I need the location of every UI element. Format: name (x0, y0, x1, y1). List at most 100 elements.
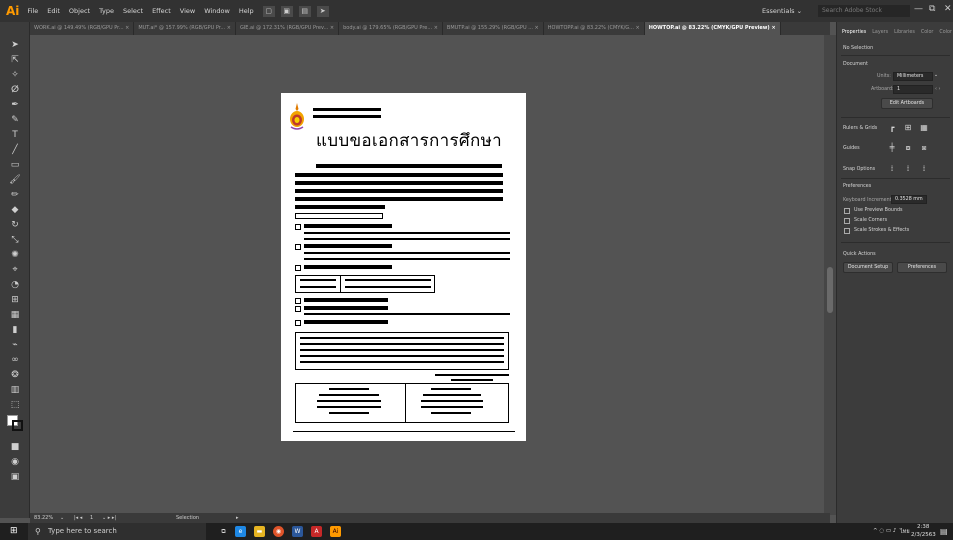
snap-to-point-icon[interactable]: ⁞ (887, 164, 897, 174)
artboard-number[interactable]: 1 (90, 513, 93, 523)
restore-icon[interactable]: ⧉ (929, 4, 935, 14)
windows-start-icon[interactable]: ⊞ (10, 527, 19, 536)
menu-object[interactable]: Object (69, 7, 90, 15)
minimize-icon[interactable]: — (914, 4, 923, 14)
grid-icon[interactable]: ⊞ (903, 123, 913, 133)
menu-effect[interactable]: Effect (152, 7, 171, 15)
arrange-documents-icon[interactable]: ▤ (298, 5, 311, 17)
paintbrush-tool-icon[interactable]: 🖌 (8, 173, 22, 187)
stock-icon[interactable]: ▣ (280, 5, 293, 17)
tab-gie[interactable]: GIE.ai @ 172.31% (RGB/GPU Prev... × (236, 22, 340, 35)
bridge-icon[interactable]: ▢ (262, 5, 275, 17)
notifications-icon[interactable]: ▤ (940, 527, 948, 536)
vertical-scrollbar[interactable] (824, 35, 836, 515)
illustrator-taskbar-icon[interactable]: Ai (330, 526, 341, 537)
stroke-swatch[interactable] (12, 420, 23, 431)
tab-body[interactable]: body.ai @ 179.65% (RGB/GPU Pre... × (339, 22, 443, 35)
menu-file[interactable]: File (27, 7, 38, 15)
task-view-icon[interactable]: ⧉ (218, 526, 229, 537)
current-tool[interactable]: Selection (176, 513, 199, 523)
rotate-tool-icon[interactable]: ↻ (8, 218, 22, 232)
tab-work[interactable]: WORK.ai @ 149.49% (RGB/GPU Pr... × (30, 22, 135, 35)
symbol-sprayer-tool-icon[interactable]: ❂ (8, 368, 22, 382)
selection-tool-icon[interactable]: ➤ (8, 38, 22, 52)
zoom-dropdown-icon[interactable]: ⌄ (60, 513, 64, 523)
scale-corners-checkbox[interactable] (844, 218, 850, 224)
menu-help[interactable]: Help (239, 7, 254, 15)
artboard-tool-icon[interactable]: ⬚ (8, 398, 22, 412)
tab-howtop[interactable]: HOWTOP.ai @ 83.22% (CMYK/GPU Preview) × (644, 22, 781, 35)
color-mode-icon[interactable]: ■ (8, 440, 22, 454)
tab-properties[interactable]: Properties (842, 27, 866, 39)
system-tray-icons[interactable]: ^ ◌ ▭ ♪ (873, 528, 896, 534)
workspace-switcher[interactable]: Essentials ⌄ (762, 7, 802, 15)
close-icon[interactable]: ✕ (944, 4, 952, 14)
snap-to-pixel-icon[interactable]: ⁞ (903, 164, 913, 174)
menu-window[interactable]: Window (204, 7, 230, 15)
warp-tool-icon[interactable]: ✺ (8, 248, 22, 262)
chrome-icon[interactable]: ◉ (273, 526, 284, 537)
free-transform-tool-icon[interactable]: ⌖ (8, 263, 22, 277)
tab-color-guide[interactable]: Color (939, 27, 952, 39)
word-icon[interactable]: W (292, 526, 303, 537)
preferences-button[interactable]: Preferences (897, 262, 947, 273)
tab-mut[interactable]: MUT.ai* @ 157.99% (RGB/GPU Pr... × (134, 22, 236, 35)
transparency-grid-icon[interactable]: ▦ (919, 123, 929, 133)
status-menu-icon[interactable]: ▸ (236, 513, 239, 523)
snap-to-grid-icon[interactable]: ⁞ (919, 164, 929, 174)
zoom-level[interactable]: 83.22% (34, 513, 53, 523)
column-graph-tool-icon[interactable]: ▥ (8, 383, 22, 397)
tab-layers[interactable]: Layers (872, 27, 888, 39)
acrobat-icon[interactable]: A (311, 526, 322, 537)
menu-edit[interactable]: Edit (47, 7, 60, 15)
scale-strokes-checkbox[interactable] (844, 228, 850, 234)
mesh-tool-icon[interactable]: ▦ (8, 308, 22, 322)
use-preview-bounds-checkbox[interactable] (844, 208, 850, 214)
lasso-tool-icon[interactable]: ⵁ (8, 83, 22, 97)
keyboard-increment-input[interactable]: 0.3528 mm (891, 195, 927, 204)
input-language[interactable]: ไทย (900, 528, 910, 536)
taskbar-search-input[interactable]: ⚲ Type here to search (28, 523, 206, 540)
ruler-icon[interactable]: ┏ (887, 123, 897, 133)
scale-tool-icon[interactable]: ⤡ (8, 233, 22, 247)
file-explorer-icon[interactable]: ▬ (254, 526, 265, 537)
pen-tool-icon[interactable]: ✒ (8, 98, 22, 112)
artboard[interactable]: แบบขอเอกสารการศึกษา (281, 93, 526, 441)
edit-artboards-button[interactable]: Edit Artboards (881, 98, 933, 109)
tab-color[interactable]: Color (921, 27, 934, 39)
type-tool-icon[interactable]: T (8, 128, 22, 142)
document-setup-button[interactable]: Document Setup (843, 262, 893, 273)
lock-guides-icon[interactable]: ⧇ (903, 143, 913, 153)
menu-type[interactable]: Type (99, 7, 114, 15)
gpu-performance-icon[interactable]: ➤ (316, 5, 329, 17)
tab-howtopp[interactable]: HOWTOPP.ai @ 83.22% (CMYK/G... × (544, 22, 645, 35)
rectangle-tool-icon[interactable]: ▭ (8, 158, 22, 172)
pencil-tool-icon[interactable]: ✏ (8, 188, 22, 202)
curvature-tool-icon[interactable]: ✎ (8, 113, 22, 127)
fill-stroke-swatches[interactable] (7, 415, 23, 431)
magic-wand-tool-icon[interactable]: ✧ (8, 68, 22, 82)
units-select[interactable]: Millimeters (893, 72, 933, 81)
screen-mode-icon[interactable]: ▣ (8, 470, 22, 484)
tab-libraries[interactable]: Libraries (894, 27, 915, 39)
stock-search-input[interactable]: Search Adobe Stock (818, 5, 910, 17)
drawing-mode-icon[interactable]: ◉ (8, 455, 22, 469)
eraser-tool-icon[interactable]: ◆ (8, 203, 22, 217)
blend-tool-icon[interactable]: ∞ (8, 353, 22, 367)
eyedropper-tool-icon[interactable]: ⌁ (8, 338, 22, 352)
tab-bmutp[interactable]: BMUTP.ai @ 155.29% (RGB/GPU ... × (443, 22, 544, 35)
artboard-prev-icon[interactable]: |◂ ◂ (74, 513, 82, 523)
edge-icon[interactable]: e (235, 526, 246, 537)
perspective-grid-tool-icon[interactable]: ⊞ (8, 293, 22, 307)
artboard-nav-icon[interactable]: ‹ › (935, 87, 940, 92)
menu-view[interactable]: View (180, 7, 195, 15)
line-segment-tool-icon[interactable]: ╱ (8, 143, 22, 157)
direct-selection-tool-icon[interactable]: ⇱ (8, 53, 22, 67)
gradient-tool-icon[interactable]: ▮ (8, 323, 22, 337)
clock-time[interactable]: 2:38 (917, 524, 929, 530)
show-guides-icon[interactable]: ╪ (887, 143, 897, 153)
menu-select[interactable]: Select (123, 7, 143, 15)
artboard-next-icon[interactable]: ⌄ ▸ ▸| (102, 513, 116, 523)
clock-date[interactable]: 2/3/2563 (911, 532, 936, 538)
artboard-select[interactable]: 1 (893, 85, 933, 94)
